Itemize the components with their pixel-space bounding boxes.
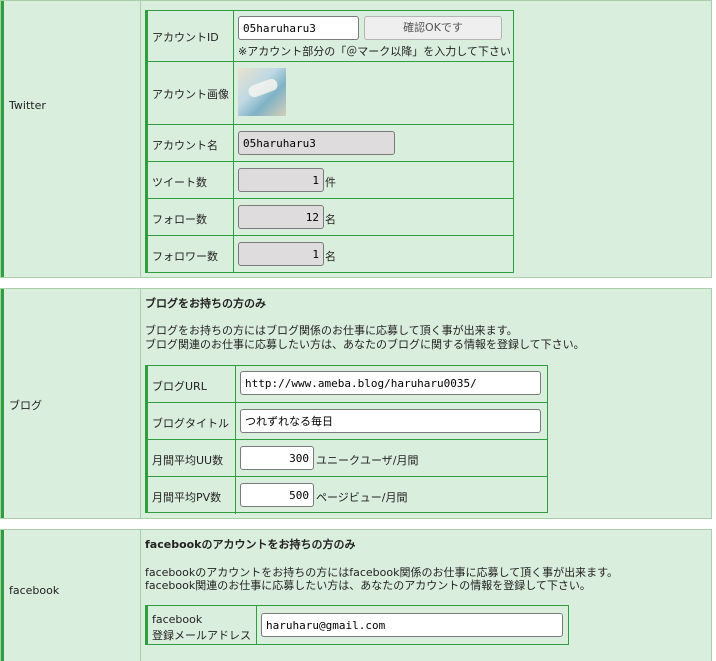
follow-count-field[interactable] — [238, 205, 324, 229]
account-name-label: アカウント名 — [152, 139, 218, 152]
facebook-heading: facebookのアカウントをお持ちの方のみ — [145, 538, 356, 551]
blog-url-label: ブログURL — [152, 380, 207, 393]
blog-url-input[interactable] — [240, 371, 541, 395]
account-name-field[interactable] — [238, 131, 395, 155]
facebook-section: facebook facebookのアカウントをお持ちの方のみ facebook… — [0, 529, 712, 661]
monthly-pv-input[interactable] — [240, 483, 314, 507]
monthly-uu-unit: ユニークユーザ/月間 — [316, 454, 419, 467]
row-facebook-email: facebook 登録メールアドレス — [148, 606, 568, 644]
follow-count-unit: 名 — [325, 213, 336, 226]
account-image-label: アカウント画像 — [152, 88, 229, 101]
row-account-name: アカウント名 — [148, 125, 513, 162]
twitter-section-label: Twitter — [9, 99, 46, 112]
account-id-note: ※アカウント部分の「＠マーク以降」を入力して下さい — [238, 45, 511, 58]
tweet-count-unit: 件 — [325, 176, 336, 189]
row-monthly-uu: 月間平均UU数 ユニークユーザ/月間 — [148, 440, 547, 477]
section-accent-bar — [1, 289, 4, 518]
row-blog-title: ブログタイトル — [148, 403, 547, 440]
row-account-id: アカウントID 確認OKです ※アカウント部分の「＠マーク以降」を入力して下さい — [148, 11, 513, 62]
follower-count-field[interactable] — [238, 242, 324, 266]
facebook-fields-table: facebook 登録メールアドレス — [145, 605, 569, 645]
monthly-uu-label: 月間平均UU数 — [152, 454, 224, 467]
facebook-email-label-line2: 登録メールアドレス — [152, 629, 251, 642]
facebook-description-2: facebook関連のお仕事に応募したい方は、あなたのアカウントの情報を登録して… — [145, 579, 591, 592]
blog-title-label: ブログタイトル — [152, 417, 229, 430]
follower-count-unit: 名 — [325, 250, 336, 263]
account-id-input[interactable] — [238, 16, 359, 40]
monthly-pv-unit: ページビュー/月間 — [316, 491, 408, 504]
follow-count-label: フォロー数 — [152, 213, 207, 226]
row-account-image: アカウント画像 — [148, 62, 513, 125]
section-divider — [140, 1, 141, 277]
tweet-count-field[interactable] — [238, 168, 324, 192]
blog-title-input[interactable] — [240, 409, 541, 433]
blog-section-label: ブログ — [9, 399, 42, 412]
blog-heading: ブログをお持ちの方のみ — [145, 297, 266, 310]
row-blog-url: ブログURL — [148, 366, 547, 403]
twitter-fields-table: アカウントID 確認OKです ※アカウント部分の「＠マーク以降」を入力して下さい… — [145, 10, 514, 273]
section-accent-bar — [1, 530, 4, 661]
facebook-email-input[interactable] — [261, 613, 563, 637]
account-id-label: アカウントID — [152, 31, 219, 44]
row-follower-count: フォロワー数 名 — [148, 236, 513, 273]
tweet-count-label: ツイート数 — [152, 176, 207, 189]
blog-description-2: ブログ関連のお仕事に応募したい方は、あなたのブログに関する情報を登録して下さい。 — [145, 338, 585, 351]
facebook-section-label: facebook — [9, 584, 60, 597]
row-tweet-count: ツイート数 件 — [148, 162, 513, 199]
facebook-email-label-line1: facebook — [152, 613, 203, 626]
section-divider — [140, 289, 141, 518]
confirm-ok-button[interactable]: 確認OKです — [364, 16, 502, 40]
section-accent-bar — [1, 1, 4, 277]
row-monthly-pv: 月間平均PV数 ページビュー/月間 — [148, 477, 547, 514]
account-avatar-image — [238, 68, 286, 116]
row-follow-count: フォロー数 名 — [148, 199, 513, 236]
twitter-section: Twitter アカウントID 確認OKです ※アカウント部分の「＠マーク以降」… — [0, 0, 712, 278]
monthly-uu-input[interactable] — [240, 446, 314, 470]
section-divider — [140, 530, 141, 661]
blog-fields-table: ブログURL ブログタイトル 月間平均UU数 ユニークユーザ/月間 月間平均PV… — [145, 365, 548, 514]
blog-section: ブログ ブログをお持ちの方のみ ブログをお持ちの方にはブログ関係のお仕事に応募し… — [0, 288, 712, 519]
follower-count-label: フォロワー数 — [152, 250, 218, 263]
monthly-pv-label: 月間平均PV数 — [152, 491, 222, 504]
